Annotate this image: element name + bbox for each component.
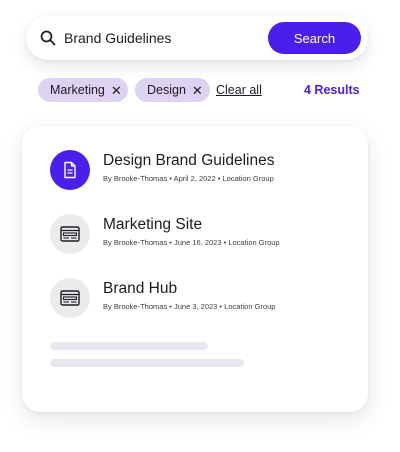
result-item[interactable]: Marketing Site By Brooke-Thomas • June 1… (50, 214, 350, 254)
loading-skeleton-line (50, 342, 208, 350)
result-icon-badge (50, 214, 90, 254)
webpage-icon (60, 290, 80, 306)
webpage-icon (60, 226, 80, 242)
result-meta: By Brooke-Thomas • June 16, 2023 • Locat… (103, 238, 280, 247)
remove-filter-icon[interactable]: ✕ (192, 84, 203, 97)
result-title: Brand Hub (103, 280, 178, 297)
result-title: Design Brand Guidelines (103, 152, 275, 169)
result-title: Marketing Site (103, 216, 203, 233)
result-meta: By Brooke-Thomas • April 2, 2022 • Locat… (103, 174, 274, 183)
clear-all-link[interactable]: Clear all (216, 83, 262, 97)
filter-chip-marketing: Marketing ✕ (38, 78, 128, 102)
result-icon-badge (50, 278, 90, 318)
result-icon-badge (50, 150, 90, 190)
filter-chip-design: Design ✕ (135, 78, 210, 102)
result-meta: By Brooke-Thomas • June 3, 2023 • Locati… (103, 302, 276, 311)
document-icon (64, 161, 76, 179)
search-input[interactable] (64, 28, 254, 48)
remove-filter-icon[interactable]: ✕ (111, 84, 122, 97)
search-icon (40, 30, 56, 46)
result-item[interactable]: Design Brand Guidelines By Brooke-Thomas… (50, 150, 350, 190)
search-button[interactable]: Search (268, 22, 361, 54)
loading-skeleton-line (50, 359, 244, 367)
result-count: 4 Results (304, 83, 360, 97)
filter-chip-label: Marketing (50, 83, 105, 97)
filter-chip-label: Design (147, 83, 186, 97)
results-card: Design Brand Guidelines By Brooke-Thomas… (22, 126, 368, 412)
result-item[interactable]: Brand Hub By Brooke-Thomas • June 3, 202… (50, 278, 350, 318)
